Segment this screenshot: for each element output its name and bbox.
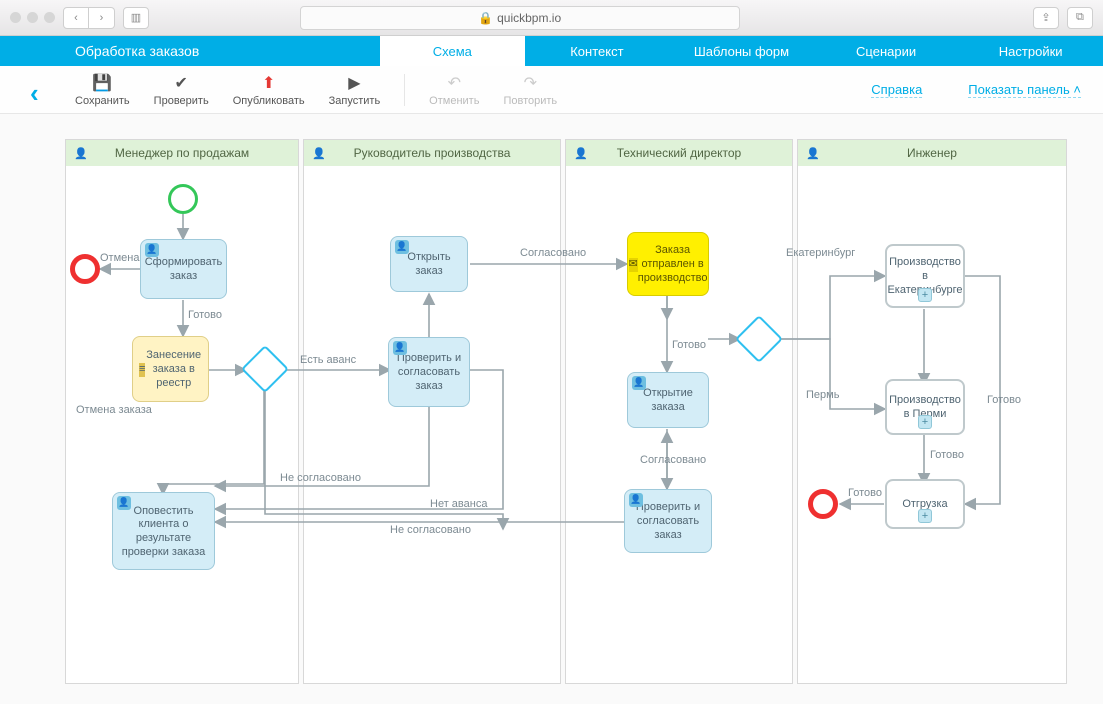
end-event-cancel[interactable] — [70, 254, 100, 284]
traffic-dot[interactable] — [10, 12, 21, 23]
show-panel-link[interactable]: Показать панель ˄ — [968, 82, 1081, 98]
sub-perm[interactable]: Производство в Перми + — [885, 379, 965, 435]
msg-order-sent[interactable]: ✉ Заказа отправлен в производство — [627, 232, 709, 296]
undo-icon: ↶ — [448, 73, 461, 93]
browser-chrome: ‹ › ▥ 🔒 quickbpm.io ⇪ ⧉ — [0, 0, 1103, 36]
flow-label: Отмена заказа — [76, 404, 152, 416]
nav-forward-button[interactable]: › — [89, 7, 115, 29]
flow-label: Отмена — [100, 252, 139, 264]
task-label: Сформировать заказ — [145, 256, 223, 284]
tabs-button[interactable]: ⧉ — [1067, 7, 1093, 29]
user-task-icon: 👤 — [117, 496, 131, 510]
publish-icon: ⬆ — [262, 73, 275, 93]
task-approve-prod[interactable]: 👤 Проверить и согласовать заказ — [388, 337, 470, 407]
message-icon: ✉ — [629, 258, 638, 272]
save-button[interactable]: 💾 Сохранить — [75, 73, 130, 107]
flow-label: Нет аванса — [430, 498, 487, 510]
back-arrow[interactable]: ‹ — [30, 78, 39, 109]
user-task-icon: 👤 — [629, 493, 643, 507]
task-label: Заказа отправлен в производство — [638, 244, 708, 285]
help-link[interactable]: Справка — [871, 82, 922, 98]
task-label: Открыть заказ — [397, 251, 461, 279]
undo-label: Отменить — [429, 95, 479, 107]
traffic-dot[interactable] — [27, 12, 38, 23]
lock-icon: 🔒 — [478, 11, 493, 25]
page-title: Обработка заказов — [0, 36, 380, 66]
task-create-order[interactable]: 👤 Сформировать заказ — [140, 239, 227, 299]
flow-label: Екатеринбург — [786, 247, 855, 259]
tab-scenarios[interactable]: Сценарии — [814, 36, 959, 66]
toolbar: 💾 Сохранить ✔ Проверить ⬆ Опубликовать ▶… — [0, 66, 1103, 114]
flow-label: Готово — [188, 309, 222, 321]
flow-label: Готово — [848, 487, 882, 499]
save-label: Сохранить — [75, 95, 130, 107]
user-task-icon: 👤 — [393, 341, 407, 355]
address-text: quickbpm.io — [497, 11, 561, 25]
expand-icon[interactable]: + — [918, 509, 932, 523]
lane-header: Менеджер по продажам — [66, 140, 298, 166]
window: ‹ › ▥ 🔒 quickbpm.io ⇪ ⧉ ‹ Обработка зака… — [0, 0, 1103, 704]
task-notify-client[interactable]: 👤 Оповестить клиента о результате провер… — [112, 492, 215, 570]
user-task-icon: 👤 — [145, 243, 159, 257]
check-button[interactable]: ✔ Проверить — [154, 73, 209, 107]
expand-icon[interactable]: + — [918, 415, 932, 429]
show-panel-label: Показать панель — [968, 82, 1069, 97]
app-header: Обработка заказов Схема Контекст Шаблоны… — [0, 36, 1103, 66]
flow-label: Не согласовано — [280, 472, 361, 484]
toolbar-separator — [404, 74, 405, 106]
start-event[interactable] — [168, 184, 198, 214]
nav-back-button[interactable]: ‹ — [63, 7, 89, 29]
task-label: Занесение заказа в реестр — [145, 349, 202, 390]
run-icon: ▶ — [348, 73, 360, 93]
sidebar-toggle-button[interactable]: ▥ — [123, 7, 149, 29]
publish-button[interactable]: ⬆ Опубликовать — [233, 73, 305, 107]
traffic-lights — [10, 12, 55, 23]
share-button[interactable]: ⇪ — [1033, 7, 1059, 29]
task-label: Проверить и согласовать заказ — [395, 352, 463, 393]
task-label: Открытие заказа — [634, 387, 702, 415]
end-event-ship[interactable] — [808, 489, 838, 519]
run-button[interactable]: ▶ Запустить — [329, 73, 381, 107]
expand-icon[interactable]: + — [918, 288, 932, 302]
flow-label: Не согласовано — [390, 524, 471, 536]
flow-label: Готово — [672, 339, 706, 351]
canvas-area[interactable]: Менеджер по продажам Руководитель произв… — [0, 114, 1103, 704]
lane-prodmgr[interactable]: Руководитель производства — [303, 139, 561, 684]
lane-header: Инженер — [798, 140, 1066, 166]
address-bar[interactable]: 🔒 quickbpm.io — [300, 6, 740, 30]
undo-button[interactable]: ↶ Отменить — [429, 73, 479, 107]
sub-shipment[interactable]: Отгрузка + — [885, 479, 965, 529]
redo-button[interactable]: ↷ Повторить — [503, 73, 557, 107]
user-task-icon: 👤 — [632, 376, 646, 390]
lane-header: Руководитель производства — [304, 140, 560, 166]
user-task-icon: 👤 — [395, 240, 409, 254]
tab-forms[interactable]: Шаблоны форм — [669, 36, 814, 66]
task-approve-tech[interactable]: 👤 Проверить и согласовать заказ — [624, 489, 712, 553]
tab-context[interactable]: Контекст — [525, 36, 670, 66]
sub-ekb[interactable]: Производство в Екатеринбурге + — [885, 244, 965, 308]
check-icon: ✔ — [174, 73, 187, 93]
flow-label: Готово — [930, 449, 964, 461]
save-icon: 💾 — [92, 73, 112, 93]
chevron-up-icon: ˄ — [1073, 82, 1081, 97]
tab-settings[interactable]: Настройки — [958, 36, 1103, 66]
run-label: Запустить — [329, 95, 381, 107]
check-label: Проверить — [154, 95, 209, 107]
flow-label: Согласовано — [640, 454, 706, 466]
task-open-order-2[interactable]: 👤 Открытие заказа — [627, 372, 709, 428]
tab-schema[interactable]: Схема — [380, 36, 525, 66]
traffic-dot[interactable] — [44, 12, 55, 23]
task-label: Проверить и согласовать заказ — [631, 501, 705, 542]
script-register-order[interactable]: ≡ Занесение заказа в реестр — [132, 336, 209, 402]
flow-label: Готово — [987, 394, 1021, 406]
publish-label: Опубликовать — [233, 95, 305, 107]
redo-icon: ↷ — [524, 73, 537, 93]
task-label: Оповестить клиента о результате проверки… — [119, 505, 208, 560]
task-open-order[interactable]: 👤 Открыть заказ — [390, 236, 468, 292]
flow-label: Согласовано — [520, 247, 586, 259]
flow-label: Пермь — [806, 389, 839, 401]
lane-header: Технический директор — [566, 140, 792, 166]
flow-label: Есть аванс — [300, 354, 356, 366]
redo-label: Повторить — [503, 95, 557, 107]
